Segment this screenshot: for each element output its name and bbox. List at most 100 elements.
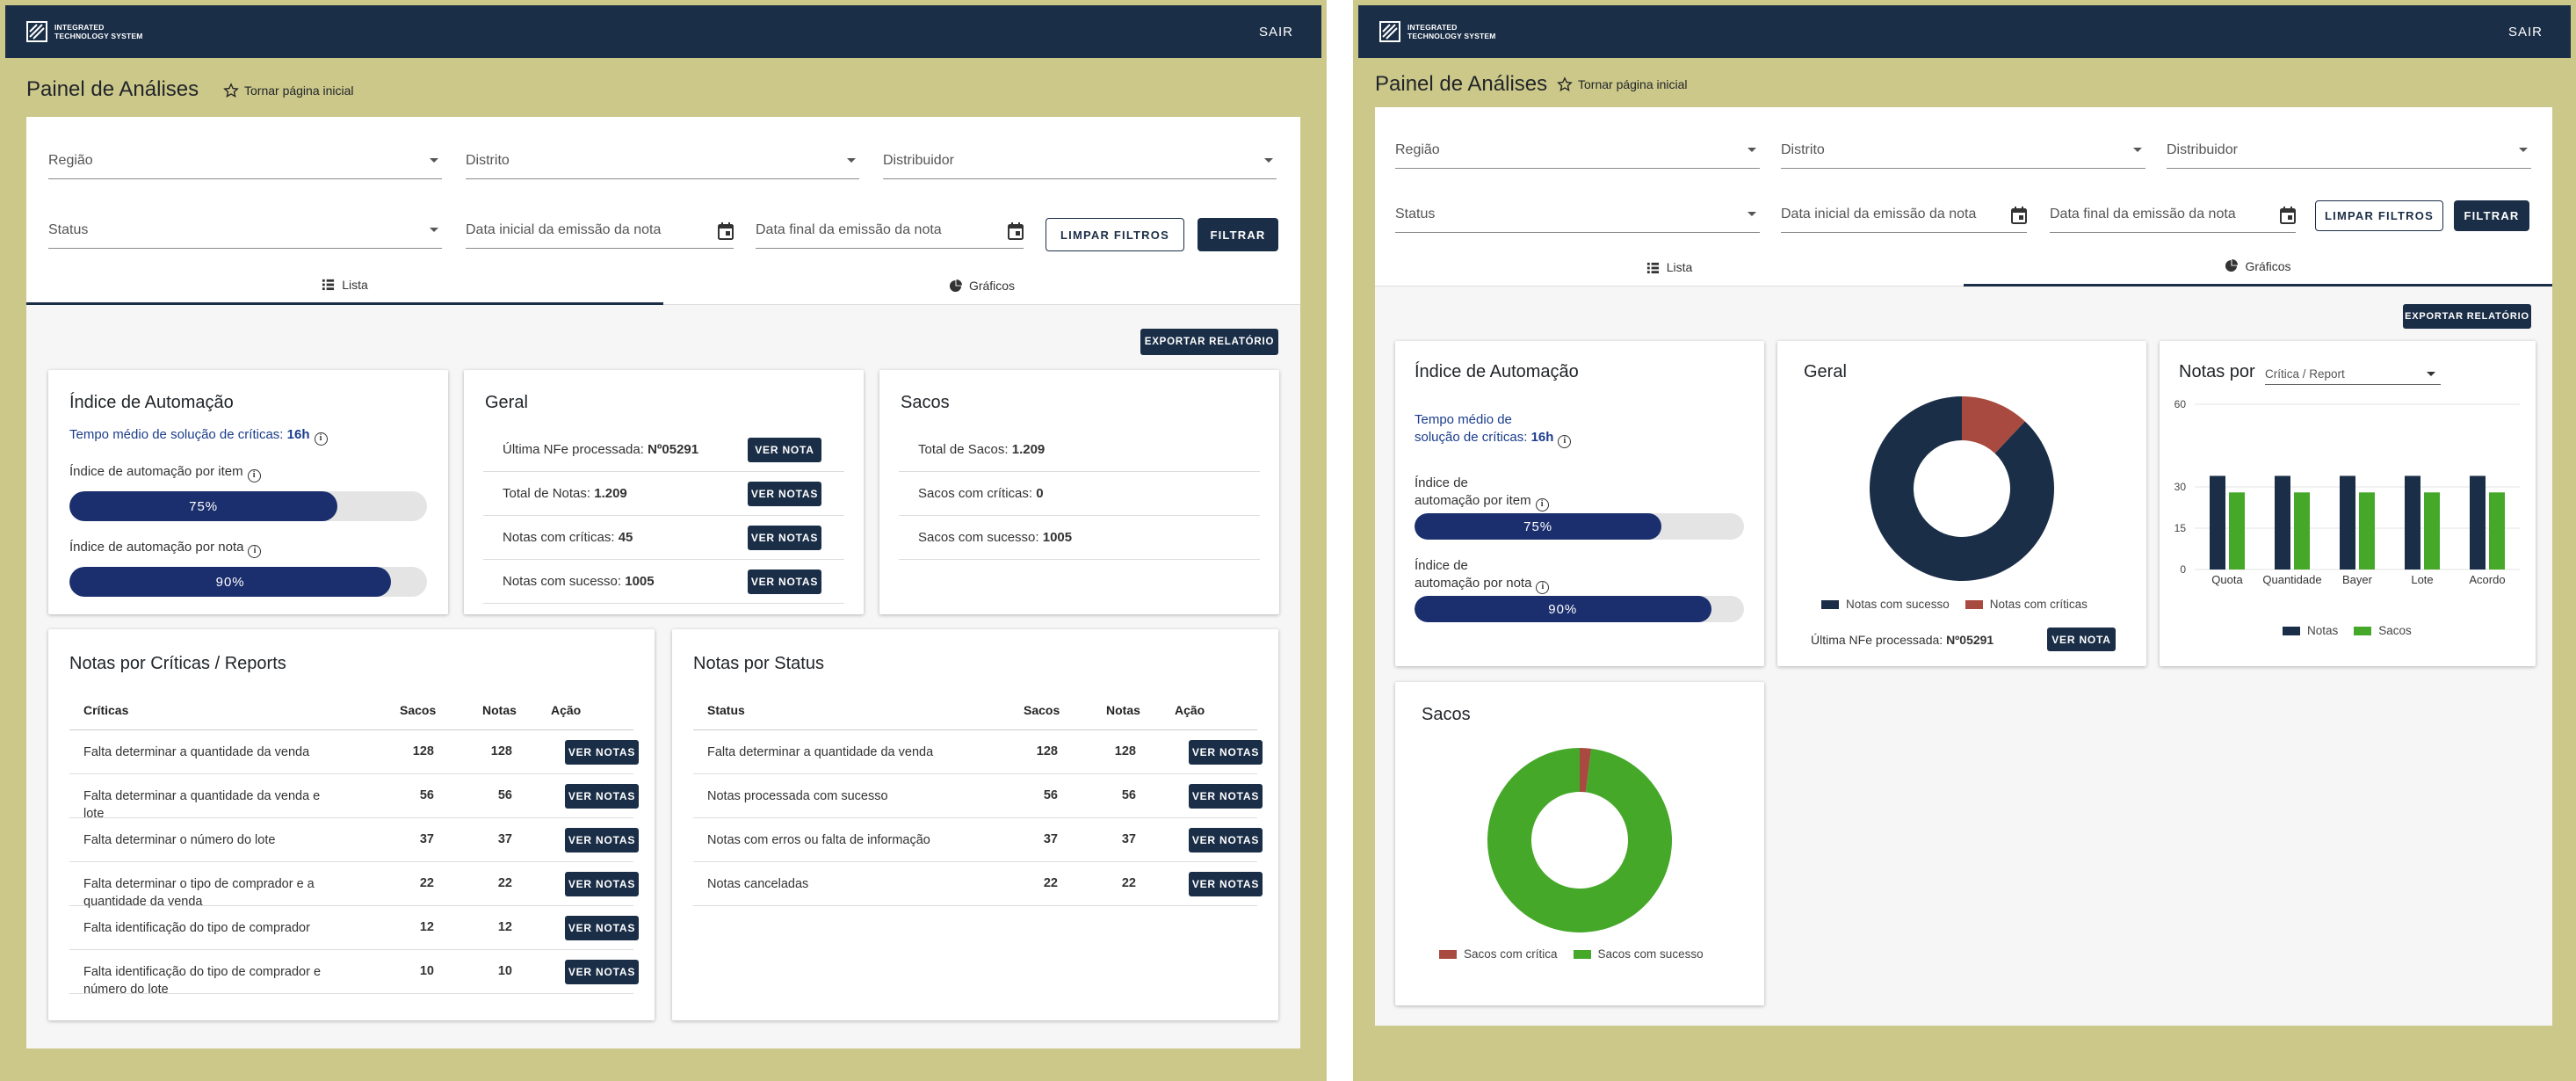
distributor-label: Distribuidor (883, 153, 954, 168)
district-select[interactable]: Distrito (1781, 127, 2145, 169)
table-row: Falta identificação do tipo de comprador… (69, 950, 639, 997)
chevron-down-icon (1747, 148, 1756, 152)
filters-bar: Região Distrito Distribuidor Status Data… (26, 117, 1300, 266)
calendar-icon[interactable] (2011, 207, 2027, 224)
note-index-label-line1: Índice de (1415, 558, 1468, 573)
tab-list[interactable]: Lista (26, 266, 663, 305)
date-end-field[interactable]: Data final da emissão da nota (2050, 191, 2296, 233)
general-row-value: Nº05291 (648, 442, 699, 457)
general-row: Notas com críticas: 45 VER NOTAS (483, 516, 844, 560)
tab-charts-label: Gráficos (968, 279, 1016, 293)
view-notes-button[interactable]: VER NOTAS (1189, 872, 1263, 896)
date-start-field[interactable]: Data inicial da emissão da nota (1781, 191, 2027, 233)
notes-by-select-value: Crítica / Report (2265, 367, 2345, 381)
bar-notas-quota[interactable] (2210, 475, 2225, 570)
distributor-select[interactable]: Distribuidor (883, 137, 1277, 179)
item-index-label-row: Índice de automação por item i (69, 464, 261, 482)
bar-sacos-acordo[interactable] (2489, 492, 2505, 570)
row-notas: 22 (1121, 876, 1136, 890)
item-index-bar: 75% (1415, 513, 1744, 540)
export-report-button[interactable]: EXPORTAR RELATÓRIO (1140, 329, 1278, 355)
view-notes-button[interactable]: VER NOTAS (748, 526, 821, 550)
chevron-down-icon (2133, 148, 2142, 152)
view-notes-button[interactable]: VER NOTAS (565, 916, 639, 940)
set-home-link[interactable]: Tornar página inicial (1557, 76, 1688, 92)
view-notes-button[interactable]: VER NOTAS (565, 784, 639, 809)
view-notes-button[interactable]: VER NOTAS (1189, 740, 1263, 765)
view-notes-button[interactable]: VER NOTA (748, 438, 821, 462)
set-home-link[interactable]: Tornar página inicial (223, 83, 354, 98)
legend-swatch-sacos (2354, 626, 2372, 635)
calendar-icon[interactable] (2280, 207, 2296, 224)
x-tick-label: Lote (2411, 573, 2433, 586)
avg-solution-label: Tempo médio de solução de críticas: (69, 427, 284, 442)
table-row: Notas com erros ou falta de informação 37… (693, 818, 1263, 862)
logout-button[interactable]: SAIR (2508, 25, 2543, 40)
logout-button[interactable]: SAIR (1259, 25, 1293, 40)
criticas-table-card: Notas por Críticas / Reports Críticas Sac… (48, 629, 655, 1020)
general-row-text: Notas com sucesso: 1005 (503, 574, 655, 589)
clear-filters-button[interactable]: LIMPAR FILTROS (2315, 200, 2443, 231)
export-report-button[interactable]: EXPORTAR RELATÓRIO (2403, 304, 2531, 329)
info-icon[interactable]: i (1558, 435, 1572, 448)
region-select[interactable]: Região (1395, 127, 1760, 169)
app-logo[interactable]: INTEGRATED TECHNOLOGY SYSTEM (26, 21, 143, 42)
bar-sacos-quantidade[interactable] (2294, 492, 2310, 570)
y-tick-label: 0 (2180, 563, 2186, 576)
status-label: Status (1395, 207, 1436, 221)
status-select[interactable]: Status (1395, 191, 1760, 233)
view-notes-button[interactable]: VER NOTAS (565, 872, 639, 896)
tab-charts[interactable]: Gráficos (663, 266, 1300, 305)
view-note-button[interactable]: VER NOTA (2047, 628, 2116, 651)
view-notes-button[interactable]: VER NOTAS (1189, 784, 1263, 809)
bar-sacos-bayer[interactable] (2359, 492, 2375, 570)
filter-button[interactable]: FILTRAR (2454, 200, 2529, 231)
row-sacos: 22 (419, 876, 434, 890)
date-start-field[interactable]: Data inicial da emissão da nota (466, 207, 734, 249)
tab-charts[interactable]: Gráficos (1964, 248, 2552, 287)
clear-filters-button[interactable]: LIMPAR FILTROS (1046, 218, 1184, 251)
bar-notas-quantidade[interactable] (2275, 475, 2290, 570)
region-select[interactable]: Região (48, 137, 442, 179)
calendar-icon[interactable] (718, 222, 734, 240)
tab-list[interactable]: Lista (1375, 248, 1964, 287)
bar-notas-bayer[interactable] (2340, 475, 2355, 570)
row-label: Falta identificação do tipo de comprador… (83, 965, 322, 997)
view-notes-button[interactable]: VER NOTAS (565, 828, 639, 852)
filter-button[interactable]: FILTRAR (1198, 218, 1278, 251)
info-icon[interactable]: i (247, 469, 261, 482)
general-title: Geral (485, 393, 528, 412)
bags-card: Sacos Total de Sacos: 1.209 Sacos com crí… (879, 370, 1279, 614)
bar-notas-lote[interactable] (2405, 475, 2420, 570)
chevron-down-icon (2427, 372, 2435, 376)
info-icon[interactable]: i (1536, 581, 1550, 594)
note-index-fill: 90% (1415, 596, 1711, 622)
general-success-slice[interactable] (1870, 396, 2054, 581)
distributor-select[interactable]: Distribuidor (2167, 127, 2531, 169)
view-notes-button[interactable]: VER NOTAS (748, 570, 821, 594)
bags-success-slice[interactable] (1487, 748, 1672, 932)
info-icon[interactable]: i (248, 545, 262, 558)
status-select[interactable]: Status (48, 207, 442, 249)
table-header: Sacos (1024, 703, 1060, 717)
automation-title: Índice de Automação (69, 393, 234, 412)
info-icon[interactable]: i (1535, 498, 1549, 511)
district-select[interactable]: Distrito (466, 137, 859, 179)
table-header: Críticas (83, 703, 129, 717)
view-notes-button[interactable]: VER NOTAS (1189, 828, 1263, 852)
calendar-icon[interactable] (1008, 222, 1024, 240)
criticas-title: Notas por Críticas / Reports (69, 654, 286, 673)
general-chart-card: Geral Notas com sucesso Notas com crític… (1777, 341, 2146, 666)
info-icon[interactable]: i (314, 432, 328, 446)
view-notes-button[interactable]: VER NOTAS (565, 960, 639, 984)
bar-sacos-lote[interactable] (2424, 492, 2440, 570)
bar-sacos-quota[interactable] (2229, 492, 2245, 570)
date-end-field[interactable]: Data final da emissão da nota (756, 207, 1024, 249)
bar-notas-acordo[interactable] (2470, 475, 2486, 570)
app-logo[interactable]: INTEGRATED TECHNOLOGY SYSTEM (1379, 21, 1496, 42)
view-notes-button[interactable]: VER NOTAS (565, 740, 639, 765)
view-notes-button[interactable]: VER NOTAS (748, 482, 821, 506)
bar-legend: Notas Sacos (2283, 624, 2412, 637)
row-notas: 37 (497, 832, 512, 846)
notes-by-select[interactable]: Crítica / Report (2265, 362, 2441, 385)
